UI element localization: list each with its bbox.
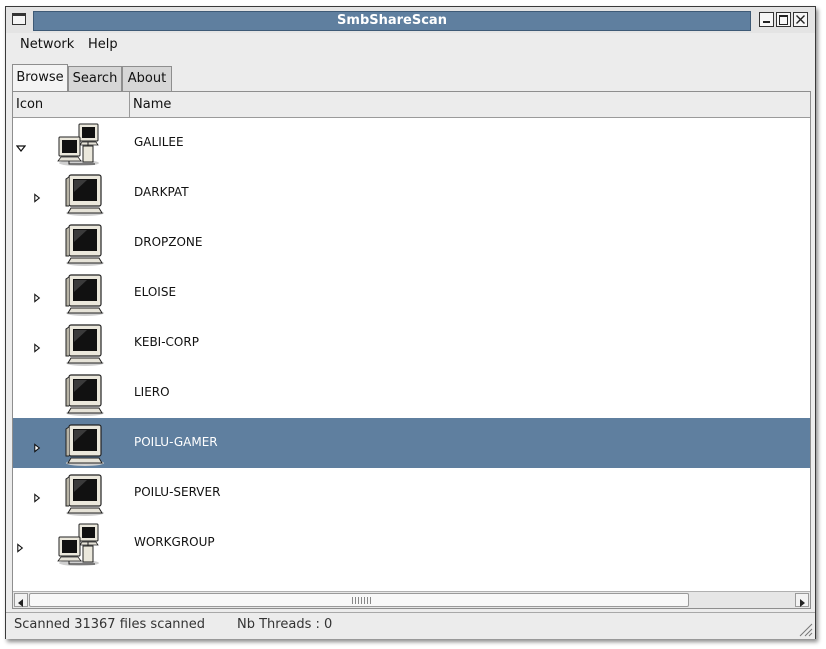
- network-workgroup-icon: [55, 522, 103, 566]
- resize-grip-icon[interactable]: [797, 621, 813, 637]
- expander-collapsed-icon[interactable]: [33, 338, 42, 353]
- row-name: DARKPAT: [134, 185, 189, 199]
- tree-row[interactable]: WORKGROUP: [13, 518, 810, 568]
- close-button[interactable]: [793, 12, 808, 27]
- computer-icon: [61, 172, 109, 216]
- expander-collapsed-icon[interactable]: [33, 488, 42, 503]
- menu-bar: Network Help: [6, 33, 815, 59]
- scroll-right-button[interactable]: [795, 593, 809, 607]
- tree-row[interactable]: ELOISE: [13, 268, 810, 318]
- scroll-left-button[interactable]: [14, 593, 28, 607]
- tab-search[interactable]: Search: [68, 66, 122, 91]
- column-header-name[interactable]: Name: [130, 92, 810, 118]
- app-window: SmbShareScan Network Help Browse Search …: [5, 6, 816, 639]
- window-title: SmbShareScan: [33, 11, 751, 31]
- computer-icon: [61, 372, 109, 416]
- row-name: LIERO: [134, 385, 170, 399]
- row-name: WORKGROUP: [134, 535, 215, 549]
- tree-row[interactable]: POILU-GAMER: [13, 418, 810, 468]
- window-menu-icon[interactable]: [12, 13, 26, 25]
- expander-collapsed-icon[interactable]: [33, 188, 42, 203]
- horizontal-scrollbar[interactable]: [13, 591, 810, 608]
- scroll-thumb[interactable]: [29, 593, 689, 607]
- row-name: POILU-SERVER: [134, 485, 221, 499]
- expander-collapsed-icon[interactable]: [16, 538, 25, 553]
- arrow-right-icon: [800, 599, 805, 607]
- tab-about[interactable]: About: [122, 66, 172, 91]
- computer-icon: [61, 272, 109, 316]
- expander-expanded-icon[interactable]: [15, 138, 27, 152]
- tree-row[interactable]: DROPZONE: [13, 218, 810, 268]
- minimize-button[interactable]: [759, 12, 774, 27]
- status-scanned: Scanned 31367 files scanned: [14, 617, 206, 632]
- expander-collapsed-icon[interactable]: [33, 438, 42, 453]
- close-icon: [796, 15, 805, 24]
- status-threads: Nb Threads : 0: [237, 617, 333, 632]
- computer-icon: [61, 322, 109, 366]
- browse-tree: Icon Name GALILEE DARKPAT DROPZONE ELOISE KE…: [12, 91, 811, 609]
- tree-row[interactable]: GALILEE: [13, 118, 810, 168]
- row-name: GALILEE: [134, 135, 184, 149]
- tree-row[interactable]: LIERO: [13, 368, 810, 418]
- title-bar[interactable]: SmbShareScan: [6, 7, 815, 33]
- menu-help[interactable]: Help: [88, 37, 118, 52]
- maximize-button[interactable]: [776, 12, 791, 27]
- expander-collapsed-icon[interactable]: [33, 288, 42, 303]
- tab-browse[interactable]: Browse: [12, 64, 68, 92]
- status-bar: Scanned 31367 files scanned Nb Threads :…: [6, 612, 815, 639]
- scroll-grip-icon: [352, 597, 372, 604]
- tree-row[interactable]: DARKPAT: [13, 168, 810, 218]
- computer-icon: [61, 422, 109, 466]
- computer-icon: [61, 222, 109, 266]
- row-name: KEBI-CORP: [134, 335, 199, 349]
- column-header-icon[interactable]: Icon: [13, 92, 130, 118]
- row-name: POILU-GAMER: [134, 435, 218, 449]
- network-workgroup-icon: [55, 122, 103, 166]
- row-name: DROPZONE: [134, 235, 203, 249]
- tree-row[interactable]: KEBI-CORP: [13, 318, 810, 368]
- tree-row[interactable]: POILU-SERVER: [13, 468, 810, 518]
- computer-icon: [61, 472, 109, 516]
- row-name: ELOISE: [134, 285, 177, 299]
- menu-network[interactable]: Network: [20, 37, 74, 52]
- arrow-left-icon: [18, 599, 23, 607]
